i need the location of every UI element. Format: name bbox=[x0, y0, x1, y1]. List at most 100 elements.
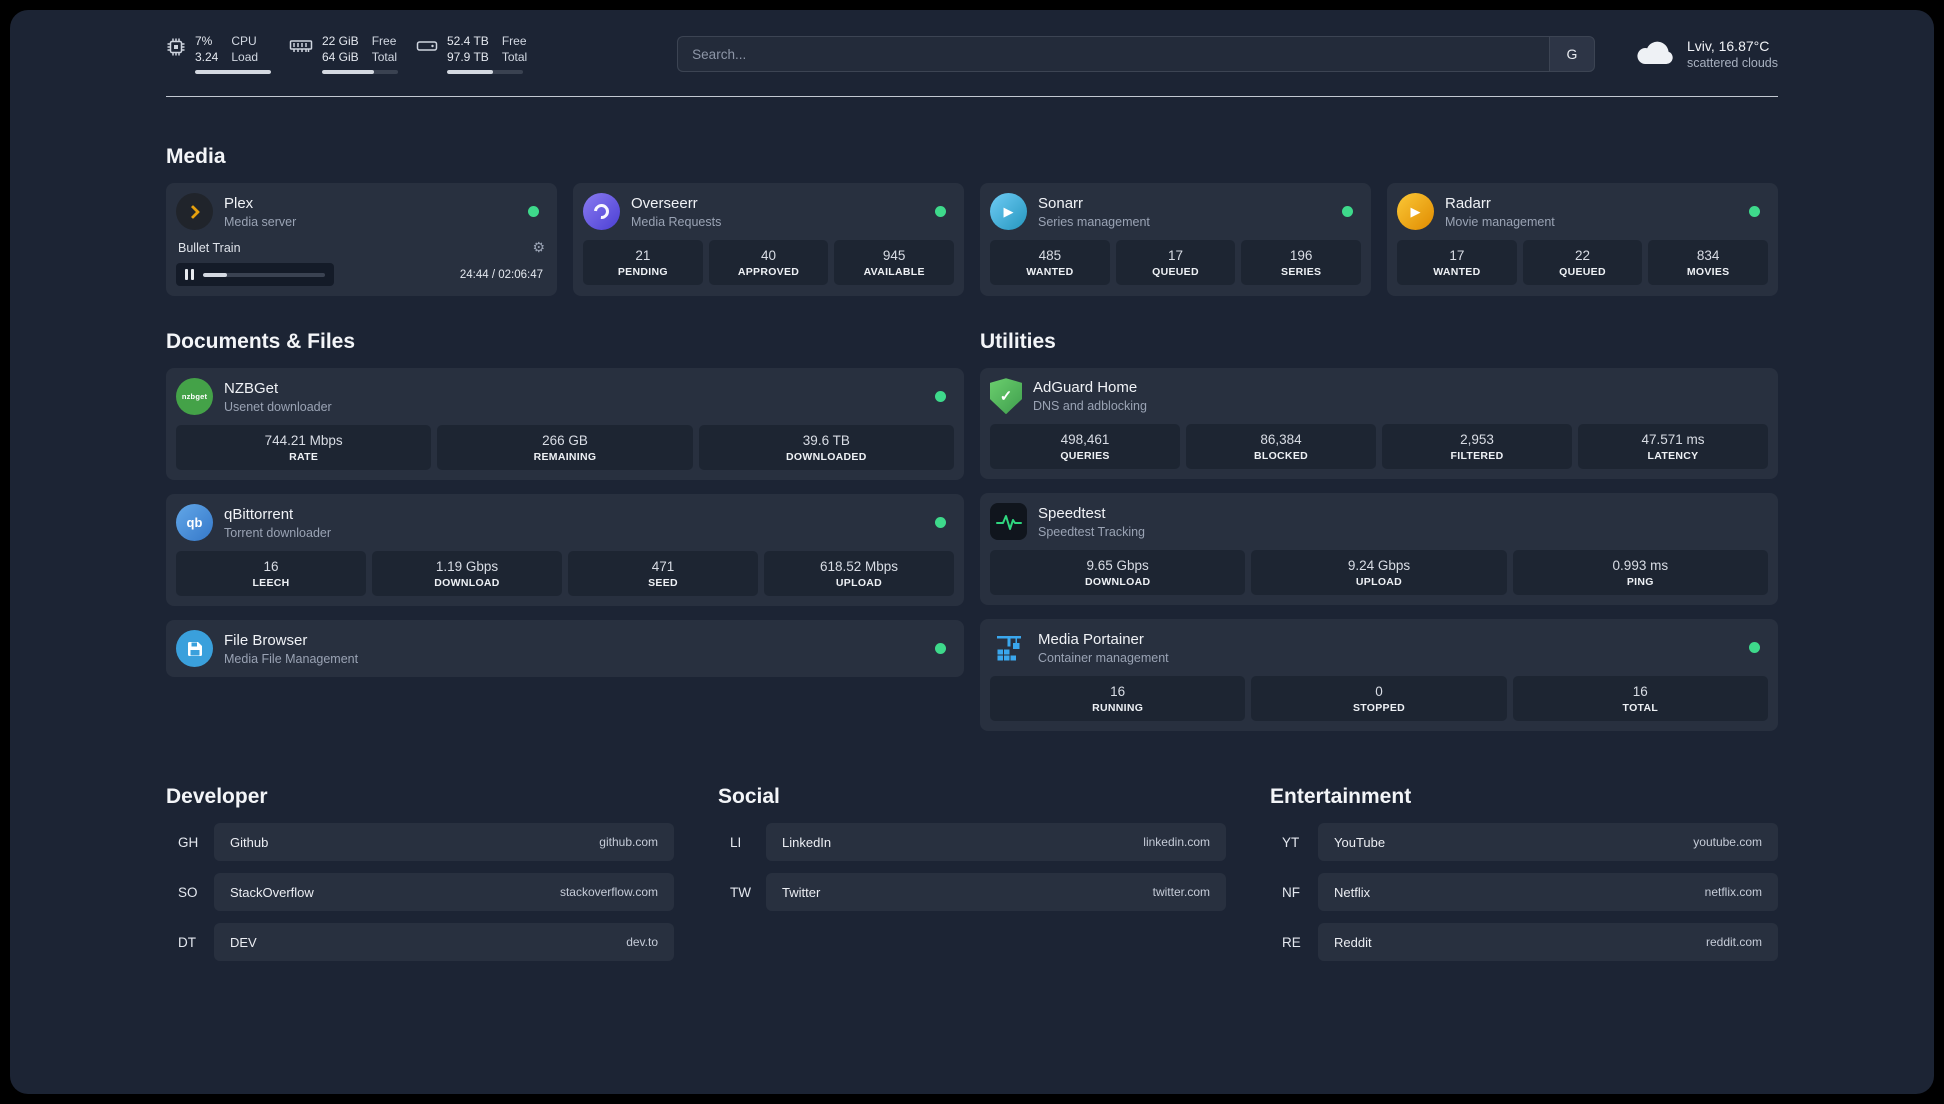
bookmark-abbr: GH bbox=[178, 834, 199, 850]
stat-value: 16 bbox=[263, 559, 279, 575]
status-dot bbox=[935, 643, 946, 655]
dashboard: 7% 3.24 CPU Load 22 GiB 64 GiB Free Tota… bbox=[10, 10, 1934, 1094]
stat-label: SEED bbox=[648, 577, 678, 590]
bookmark-link-twitter[interactable]: Twitter twitter.com bbox=[766, 873, 1226, 912]
service-name: qBittorrent bbox=[224, 505, 294, 523]
bookmark-url: reddit.com bbox=[1705, 935, 1762, 950]
pause-button[interactable] bbox=[185, 269, 194, 281]
playback-progress-bar[interactable] bbox=[203, 272, 325, 277]
disk-icon bbox=[416, 37, 438, 60]
service-card-speedtest[interactable]: Speedtest Speedtest Tracking 9.65 Gbps D… bbox=[980, 493, 1778, 606]
service-name: Plex bbox=[224, 194, 254, 212]
service-card-portainer[interactable]: Media Portainer Container management 16 … bbox=[980, 619, 1778, 732]
stat-label: BLOCKED bbox=[1253, 450, 1308, 463]
status-dot bbox=[1749, 206, 1760, 218]
status-dot bbox=[935, 206, 946, 218]
plex-icon bbox=[176, 193, 213, 231]
stat-label: QUEUED bbox=[1559, 266, 1606, 279]
service-card-qbittorrent[interactable]: qb qBittorrent Torrent downloader 16 LEE… bbox=[166, 494, 964, 607]
stat-box: 16 TOTAL bbox=[1512, 676, 1768, 722]
section-title-documents: Documents & Files bbox=[166, 330, 356, 354]
search-bar: G bbox=[677, 36, 1595, 73]
bookmark-abbr: DT bbox=[178, 934, 196, 950]
service-card-sonarr[interactable]: ▶ Sonarr Series management 485 WANTED 17… bbox=[980, 183, 1371, 297]
search-provider-button[interactable]: G bbox=[1548, 36, 1595, 73]
bookmark-link-youtube[interactable]: YouTube youtube.com bbox=[1318, 823, 1778, 862]
stat-value: 0.993 ms bbox=[1612, 558, 1669, 574]
bookmark-row: GH Github github.com bbox=[166, 823, 674, 862]
stat-label: UPLOAD bbox=[835, 577, 883, 590]
section-title-utilities: Utilities bbox=[980, 330, 1056, 354]
service-subtitle: Movie management bbox=[1445, 214, 1555, 229]
stat-value: 485 bbox=[1038, 248, 1062, 264]
stat-value: 498,461 bbox=[1060, 432, 1110, 448]
disk-progress-bar bbox=[447, 70, 523, 75]
stat-value: 834 bbox=[1696, 248, 1720, 264]
stat-box: 9.65 Gbps DOWNLOAD bbox=[990, 550, 1246, 596]
stat-label: QUEUED bbox=[1152, 266, 1199, 279]
weather-location: Lviv, 16.87°C bbox=[1686, 38, 1770, 55]
stat-value: 2,953 bbox=[1460, 432, 1494, 448]
stat-label: REMAINING bbox=[533, 451, 597, 464]
bookmark-link-stackoverflow[interactable]: StackOverflow stackoverflow.com bbox=[214, 873, 674, 912]
bookmark-abbr: NF bbox=[1282, 884, 1300, 900]
search-input[interactable] bbox=[677, 36, 1549, 73]
speedtest-icon bbox=[990, 503, 1027, 541]
stat-box: 471 SEED bbox=[568, 551, 758, 597]
service-name: File Browser bbox=[224, 631, 308, 649]
service-card-plex[interactable]: Plex Media server Bullet Train ⚙ 24:44 /… bbox=[166, 183, 557, 297]
stat-value: 17 bbox=[1167, 248, 1184, 264]
adguard-icon: ✓ bbox=[990, 378, 1022, 415]
stat-value: 266 GB bbox=[542, 433, 588, 449]
stat-label: AVAILABLE bbox=[863, 266, 925, 279]
cloud-icon bbox=[1635, 38, 1675, 71]
system-stats: 7% 3.24 CPU Load 22 GiB 64 GiB Free Tota… bbox=[166, 34, 527, 75]
service-card-radarr[interactable]: ▶ Radarr Movie management 17 WANTED 22 Q… bbox=[1387, 183, 1778, 297]
stat-label: MOVIES bbox=[1686, 266, 1730, 279]
stat-value: 9.24 Gbps bbox=[1347, 558, 1411, 574]
service-name: Overseerr bbox=[631, 194, 698, 212]
bookmark-name: StackOverflow bbox=[230, 884, 314, 900]
status-dot bbox=[528, 206, 539, 218]
service-name: AdGuard Home bbox=[1033, 379, 1138, 397]
stat-label: APPROVED bbox=[737, 266, 800, 279]
stat-label: PING bbox=[1626, 576, 1654, 589]
gear-icon[interactable]: ⚙ bbox=[532, 239, 545, 256]
bookmark-abbr: LI bbox=[730, 834, 742, 850]
stat-label: FILTERED bbox=[1450, 450, 1504, 463]
stat-box: 17 WANTED bbox=[1397, 240, 1517, 286]
stat-box: 2,953 FILTERED bbox=[1382, 424, 1572, 470]
service-subtitle: Container management bbox=[1038, 650, 1169, 665]
bookmark-link-linkedin[interactable]: LinkedIn linkedin.com bbox=[766, 823, 1226, 862]
service-name: Speedtest bbox=[1038, 504, 1106, 522]
stat-value: 16 bbox=[1110, 684, 1126, 700]
bookmark-link-netflix[interactable]: Netflix netflix.com bbox=[1318, 873, 1778, 912]
service-card-nzbget[interactable]: nzbget NZBGet Usenet downloader 744.21 M… bbox=[166, 368, 964, 481]
bookmark-row: TW Twitter twitter.com bbox=[718, 873, 1226, 912]
stat-label: TOTAL bbox=[1622, 702, 1659, 715]
cpu-percent: 7% bbox=[195, 34, 213, 48]
bookmark-name: Twitter bbox=[782, 884, 821, 900]
stat-box: 16 RUNNING bbox=[990, 676, 1246, 722]
section-title-media: Media bbox=[166, 145, 226, 169]
bookmark-name: DEV bbox=[230, 934, 257, 950]
service-subtitle: Media server bbox=[224, 214, 297, 229]
service-card-overseerr[interactable]: Overseerr Media Requests 21 PENDING 40 A… bbox=[573, 183, 964, 297]
stat-box: 0 STOPPED bbox=[1251, 676, 1507, 722]
bookmark-link-github[interactable]: Github github.com bbox=[214, 823, 674, 862]
radarr-icon: ▶ bbox=[1397, 193, 1434, 231]
bookmark-name: Reddit bbox=[1334, 934, 1372, 950]
disk-label-free: Free bbox=[501, 34, 527, 48]
service-card-filebrowser[interactable]: File Browser Media File Management bbox=[166, 620, 964, 678]
stat-box: 86,384 BLOCKED bbox=[1186, 424, 1376, 470]
stat-box: 47.571 ms LATENCY bbox=[1578, 424, 1768, 470]
stat-value: 16 bbox=[1632, 684, 1648, 700]
stat-box: 21 PENDING bbox=[583, 240, 703, 286]
bookmark-url: youtube.com bbox=[1693, 835, 1762, 850]
stat-label: DOWNLOADED bbox=[786, 451, 867, 464]
bookmark-link-reddit[interactable]: Reddit reddit.com bbox=[1318, 923, 1778, 962]
stat-box: 945 AVAILABLE bbox=[834, 240, 955, 286]
bookmark-link-dev[interactable]: DEV dev.to bbox=[214, 923, 674, 962]
service-card-adguard[interactable]: ✓ AdGuard Home DNS and adblocking 498,46… bbox=[980, 368, 1778, 480]
bookmark-name: Netflix bbox=[1334, 884, 1371, 900]
